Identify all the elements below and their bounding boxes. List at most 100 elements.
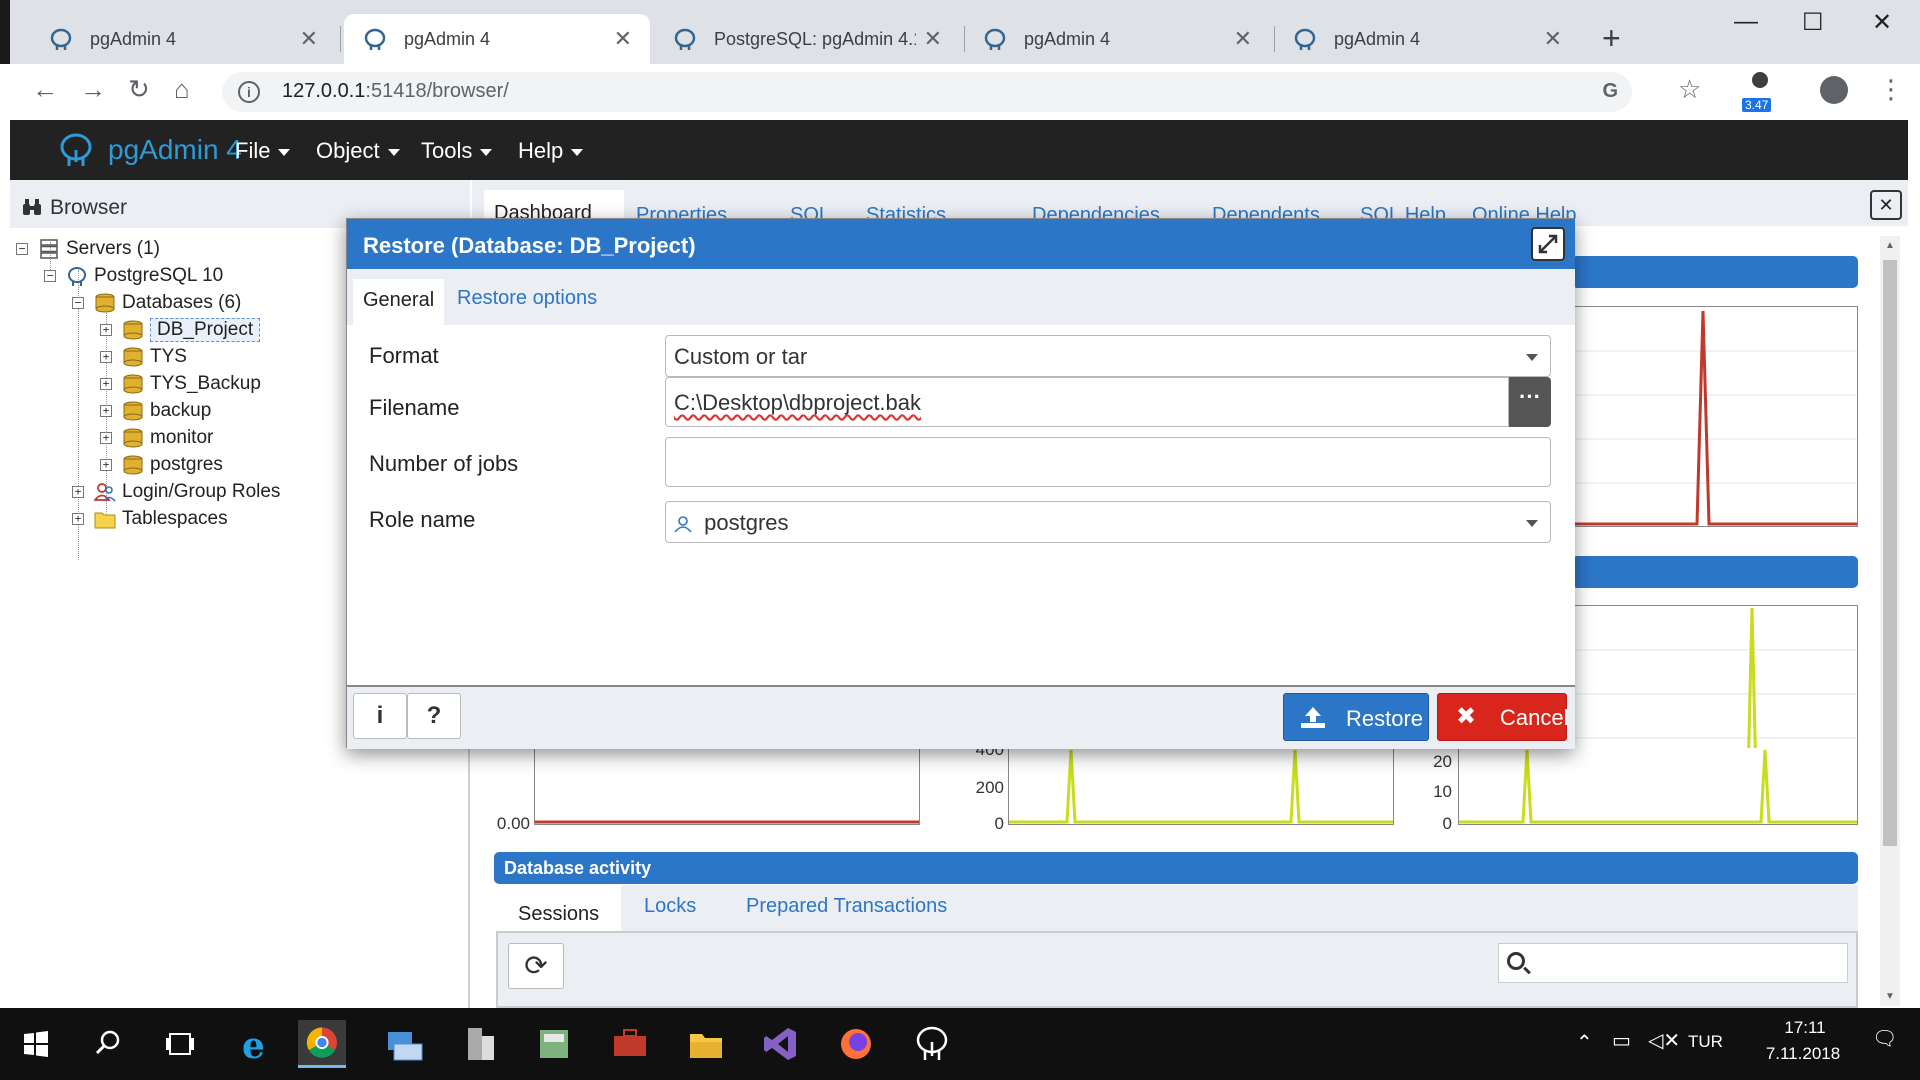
task-view-icon[interactable] (156, 1020, 204, 1068)
menu-tools[interactable]: Tools (421, 138, 493, 164)
back-icon[interactable]: ← (32, 74, 58, 105)
menu-help[interactable]: Help (518, 138, 584, 164)
tab-general[interactable]: General (353, 279, 445, 325)
tree-node-postgres[interactable]: + postgres (100, 450, 223, 480)
activity-search-input[interactable] (1498, 943, 1848, 983)
chrome-icon[interactable] (298, 1020, 346, 1068)
browser-tab-1[interactable]: pgAdmin 4 ✕ (30, 14, 336, 64)
jobs-input[interactable] (665, 437, 1551, 487)
refresh-button[interactable]: ⟳ (508, 943, 564, 989)
restore-button[interactable]: Restore (1283, 693, 1429, 741)
expand-icon[interactable]: + (100, 324, 112, 336)
role-select[interactable]: postgres (665, 501, 1551, 543)
browser-tab-2[interactable]: pgAdmin 4 ✕ (344, 14, 650, 64)
tree-node-backup[interactable]: + backup (100, 396, 211, 426)
notifications-icon[interactable]: 🗨 (1872, 1026, 1897, 1051)
input-language[interactable]: TUR (1688, 1032, 1723, 1052)
format-select[interactable]: Custom or tar (665, 335, 1551, 377)
tab-sessions[interactable]: Sessions (496, 885, 622, 931)
tab-close-icon[interactable]: ✕ (1544, 26, 1562, 52)
pgadmin-taskbar-icon[interactable] (908, 1020, 956, 1068)
scroll-up-icon[interactable]: ▲ (1885, 240, 1895, 251)
close-icon: ✖ (1456, 703, 1477, 730)
volume-muted-icon[interactable]: ◁✕ (1648, 1028, 1680, 1053)
bookmark-star-icon[interactable]: ☆ (1678, 74, 1701, 105)
menu-object[interactable]: Object (316, 138, 400, 164)
maximize-dialog-button[interactable] (1531, 227, 1565, 261)
browser-menu-icon[interactable]: ⋮ (1878, 74, 1904, 105)
chart-plot (1573, 310, 1857, 526)
windows-start-icon[interactable] (12, 1020, 60, 1068)
tree-node-login-roles[interactable]: + Login/Group Roles (72, 477, 280, 507)
toolbox-icon[interactable] (606, 1020, 654, 1068)
close-window-icon[interactable]: ✕ (1872, 8, 1892, 37)
site-info-icon[interactable]: i (238, 81, 260, 103)
expand-icon[interactable]: + (100, 405, 112, 417)
browser-tab-3[interactable]: PostgreSQL: pgAdmin 4.1.0 ✕ (654, 14, 960, 64)
browser-tab-5[interactable]: pgAdmin 4 ✕ (1274, 14, 1580, 64)
sql-server-icon[interactable] (456, 1020, 504, 1068)
pgadmin-elephant-icon (984, 28, 1006, 50)
extension-badge: 3.47 (1742, 98, 1772, 112)
tree-node-monitor[interactable]: + monitor (100, 423, 213, 453)
tab-close-icon[interactable]: ✕ (1234, 26, 1252, 52)
pgadmin-brand[interactable]: pgAdmin 4 (108, 134, 242, 166)
minimize-icon[interactable]: — (1734, 8, 1758, 36)
browser-tab-strip: pgAdmin 4 ✕ pgAdmin 4 ✕ PostgreSQL: pgAd… (0, 0, 1920, 64)
filename-input[interactable]: C:\Desktop\dbproject.bak (665, 377, 1509, 427)
tab-locks[interactable]: Locks (644, 895, 696, 918)
database-tool-icon[interactable] (530, 1020, 578, 1068)
expand-icon[interactable]: + (72, 513, 84, 525)
info-button[interactable]: i (353, 693, 407, 739)
collapse-icon[interactable]: − (16, 243, 28, 255)
remote-desktop-icon[interactable] (380, 1020, 428, 1068)
tray-chevron-up-icon[interactable]: ⌃ (1576, 1030, 1593, 1055)
expand-icon[interactable]: + (72, 486, 84, 498)
home-icon[interactable]: ⌂ (174, 74, 190, 105)
tab-close-icon[interactable]: ✕ (300, 26, 318, 52)
forward-icon[interactable]: → (80, 74, 106, 105)
expand-icon[interactable]: + (100, 459, 112, 471)
tab-prepared-transactions[interactable]: Prepared Transactions (746, 895, 947, 918)
extension-icon[interactable]: 3.47 (1740, 70, 1776, 112)
scroll-down-icon[interactable]: ▼ (1885, 991, 1895, 1002)
expand-icon[interactable]: + (100, 351, 112, 363)
tree-node-tablespaces[interactable]: + Tablespaces (72, 504, 228, 534)
tab-restore-options[interactable]: Restore options (457, 287, 597, 310)
expand-icon[interactable]: + (100, 378, 112, 390)
tab-close-icon[interactable]: ✕ (614, 26, 632, 52)
browse-file-button[interactable]: ··· (1509, 377, 1551, 427)
collapse-icon[interactable]: − (72, 297, 84, 309)
tree-node-tys[interactable]: + TYS (100, 342, 187, 372)
tab-close-icon[interactable]: ✕ (924, 26, 942, 52)
file-explorer-icon[interactable] (682, 1020, 730, 1068)
scrollbar-thumb[interactable] (1883, 260, 1897, 846)
tree-node-databases[interactable]: − Databases (6) (72, 288, 241, 318)
search-icon[interactable] (84, 1020, 132, 1068)
reload-icon[interactable]: ↻ (128, 74, 150, 105)
clock-time[interactable]: 17:11 (1764, 1018, 1846, 1038)
help-button[interactable]: ? (407, 693, 461, 739)
profile-avatar-icon[interactable] (1820, 76, 1848, 104)
dashboard-scrollbar[interactable]: ▲ ▼ (1880, 236, 1900, 1006)
maximize-window-icon[interactable]: ☐ (1802, 8, 1824, 37)
tree-node-servers[interactable]: − Servers (1) (16, 234, 160, 264)
collapse-icon[interactable]: − (44, 270, 56, 282)
new-tab-button[interactable]: + (1602, 22, 1621, 54)
address-bar[interactable]: i 127.0.0.1:51418/browser/ G (222, 72, 1632, 112)
internet-explorer-icon[interactable]: e (232, 1020, 280, 1068)
browser-tab-4[interactable]: pgAdmin 4 ✕ (964, 14, 1270, 64)
firefox-icon[interactable] (832, 1020, 880, 1068)
menu-file[interactable]: File (235, 138, 291, 164)
clock-date[interactable]: 7.11.2018 (1748, 1044, 1858, 1064)
expand-icon[interactable]: + (100, 432, 112, 444)
tree-node-tys-backup[interactable]: + TYS_Backup (100, 369, 261, 399)
close-panel-icon[interactable]: ✕ (1870, 190, 1902, 220)
visual-studio-icon[interactable] (756, 1020, 804, 1068)
translate-icon[interactable]: G (1602, 80, 1618, 103)
cancel-button[interactable]: ✖ Cancel (1437, 693, 1568, 741)
tree-node-db-project[interactable]: + DB_Project (100, 315, 261, 345)
dialog-footer: i ? Restore ✖ Cancel (347, 685, 1575, 749)
tree-node-server[interactable]: − PostgreSQL 10 (44, 261, 223, 291)
network-icon[interactable]: ▭ (1612, 1028, 1631, 1053)
